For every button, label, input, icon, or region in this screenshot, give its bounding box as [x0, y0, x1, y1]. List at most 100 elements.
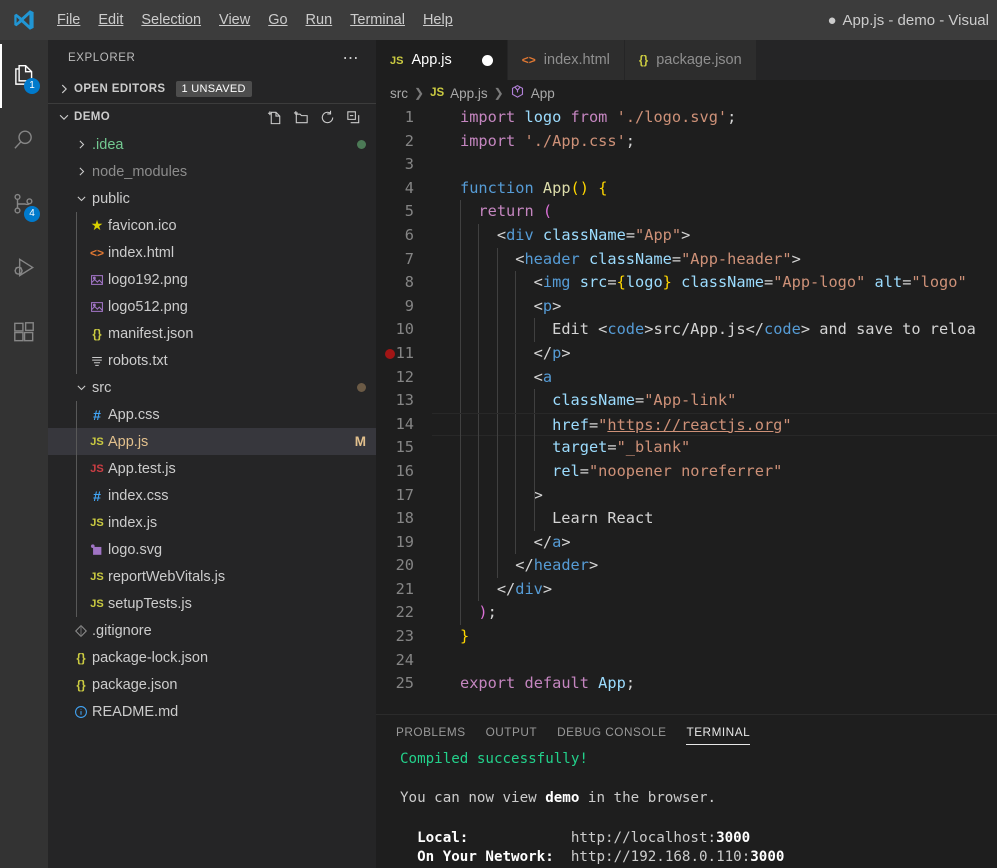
- line-number[interactable]: 6: [376, 224, 432, 248]
- activity-item-search[interactable]: [0, 108, 48, 172]
- line-number[interactable]: 19: [376, 531, 432, 555]
- breadcrumb-symbol-label: App: [530, 85, 555, 101]
- section-open-editors[interactable]: OPEN EDITORS 1 UNSAVED: [48, 75, 376, 103]
- activity-item-explorer[interactable]: 1: [0, 44, 48, 108]
- terminal-output[interactable]: Compiled successfully! You can now view …: [376, 750, 997, 868]
- code-token: =: [635, 391, 645, 410]
- tree-file-favicon-ico[interactable]: ★ favicon.ico: [48, 212, 376, 239]
- breakpoint-icon[interactable]: [385, 348, 395, 359]
- menu-go[interactable]: Go: [259, 9, 296, 31]
- line-number[interactable]: 21: [376, 578, 432, 602]
- menu-view[interactable]: View: [210, 9, 259, 31]
- line-number[interactable]: 2: [376, 130, 432, 154]
- tree-file-manifest-json[interactable]: {} manifest.json: [48, 320, 376, 347]
- tree-file-index-js[interactable]: JS index.js: [48, 509, 376, 536]
- tree-file-index-css[interactable]: # index.css: [48, 482, 376, 509]
- line-number[interactable]: 18: [376, 507, 432, 531]
- tree-file-logo192-png[interactable]: logo192.png: [48, 266, 376, 293]
- indent-guide: [460, 200, 461, 224]
- line-number[interactable]: 17: [376, 484, 432, 508]
- line-number[interactable]: 14: [376, 413, 432, 437]
- panel-tab-output[interactable]: OUTPUT: [486, 715, 538, 750]
- code-line: 3: [376, 153, 997, 177]
- line-number[interactable]: 5: [376, 200, 432, 224]
- tree-file-app-test-js[interactable]: JS App.test.js: [48, 455, 376, 482]
- tree-file-app-js[interactable]: JS App.js M: [48, 428, 376, 455]
- breadcrumb-item-file[interactable]: JS App.js: [430, 86, 488, 101]
- line-number[interactable]: 8: [376, 271, 432, 295]
- code-token: alt: [874, 273, 903, 292]
- code-line: 2 import './App.css';: [376, 130, 997, 154]
- line-number[interactable]: 12: [376, 366, 432, 390]
- tree-file-logo512-png[interactable]: logo512.png: [48, 293, 376, 320]
- tree-folder-node-modules[interactable]: node_modules: [48, 158, 376, 185]
- breadcrumb-item-symbol[interactable]: App: [510, 84, 555, 102]
- tree-folder-src[interactable]: src: [48, 374, 376, 401]
- code-text: <a: [432, 365, 997, 390]
- activity-item-extensions[interactable]: [0, 300, 48, 364]
- line-number[interactable]: 22: [376, 601, 432, 625]
- tree-file-package-lock-json[interactable]: {} package-lock.json: [48, 644, 376, 671]
- tree-indent-guide: [76, 212, 77, 239]
- line-number[interactable]: 23: [376, 625, 432, 649]
- line-number[interactable]: 4: [376, 177, 432, 201]
- panel-tab-problems[interactable]: PROBLEMS: [396, 715, 466, 750]
- line-number[interactable]: 3: [376, 153, 432, 177]
- activity-item-run-debug[interactable]: [0, 236, 48, 300]
- tree-file-setuptests-js[interactable]: JS setupTests.js: [48, 590, 376, 617]
- editor-tab-app-js[interactable]: JS App.js: [376, 40, 508, 80]
- code-text: import './App.css';: [432, 130, 997, 154]
- new-file-icon[interactable]: [267, 109, 284, 126]
- indent-guide: [496, 436, 498, 460]
- menu-help[interactable]: Help: [414, 9, 462, 31]
- menu-bar[interactable]: File Edit Selection View Go Run Terminal…: [48, 9, 462, 31]
- tree-item-label: public: [92, 190, 130, 207]
- tree-item-label: index.css: [108, 487, 169, 504]
- activity-item-source-control[interactable]: 4: [0, 172, 48, 236]
- tree-item-label: index.js: [108, 514, 158, 531]
- tree-folder--idea[interactable]: .idea: [48, 131, 376, 158]
- jstest-icon: JS: [90, 462, 104, 475]
- panel-tab-terminal[interactable]: TERMINAL: [686, 715, 750, 750]
- line-number[interactable]: 24: [376, 649, 432, 673]
- line-number[interactable]: 13: [376, 389, 432, 413]
- tab-dirty-indicator[interactable]: [481, 54, 493, 66]
- tree-file-readme-md[interactable]: README.md: [48, 698, 376, 725]
- new-folder-icon[interactable]: [293, 109, 310, 126]
- tree-file-reportwebvitals-js[interactable]: JS reportWebVitals.js: [48, 563, 376, 590]
- line-number[interactable]: 7: [376, 248, 432, 272]
- menu-run[interactable]: Run: [297, 9, 342, 31]
- tree-file-index-html[interactable]: <> index.html: [48, 239, 376, 266]
- menu-terminal[interactable]: Terminal: [341, 9, 414, 31]
- code-editor[interactable]: 1 import logo from './logo.svg'; 2 import '…: [376, 106, 997, 714]
- section-workspace-demo[interactable]: DEMO: [48, 103, 376, 131]
- menu-edit[interactable]: Edit: [89, 9, 132, 31]
- refresh-icon[interactable]: [319, 109, 336, 126]
- line-number[interactable]: 9: [376, 295, 432, 319]
- line-number[interactable]: 10: [376, 318, 432, 342]
- tree-file--gitignore[interactable]: .gitignore: [48, 617, 376, 644]
- line-number[interactable]: 11: [376, 342, 432, 366]
- line-number[interactable]: 20: [376, 554, 432, 578]
- panel-tab-debug-console[interactable]: DEBUG CONSOLE: [557, 715, 666, 750]
- editor-tab-index-html[interactable]: <> index.html: [507, 40, 625, 80]
- line-number[interactable]: 16: [376, 460, 432, 484]
- menu-file-label: File: [57, 12, 81, 28]
- ellipsis-icon[interactable]: ⋯: [339, 48, 365, 68]
- menu-selection[interactable]: Selection: [132, 9, 210, 31]
- tree-folder-public[interactable]: public: [48, 185, 376, 212]
- tree-file-package-json[interactable]: {} package.json: [48, 671, 376, 698]
- tree-file-app-css[interactable]: # App.css: [48, 401, 376, 428]
- menu-file[interactable]: File: [48, 9, 89, 31]
- tree-file-logo-svg[interactable]: logo.svg: [48, 536, 376, 563]
- indent-guide: [478, 389, 480, 413]
- tree-file-robots-txt[interactable]: robots.txt: [48, 347, 376, 374]
- line-number[interactable]: 15: [376, 436, 432, 460]
- line-number[interactable]: 1: [376, 106, 432, 130]
- collapse-all-icon[interactable]: [345, 109, 362, 126]
- line-number[interactable]: 25: [376, 672, 432, 696]
- editor-tab-package-json[interactable]: {} package.json: [624, 40, 757, 80]
- breadcrumb-item-src[interactable]: src: [390, 86, 408, 101]
